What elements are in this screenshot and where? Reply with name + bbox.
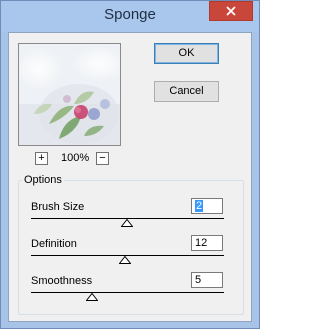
close-icon [226, 6, 236, 16]
definition-field[interactable]: 12 [191, 235, 223, 251]
zoom-in-button[interactable]: + [35, 152, 48, 165]
smoothness-field[interactable]: 5 [191, 272, 223, 288]
brush-size-value: 2 [195, 200, 204, 212]
smoothness-slider-thumb[interactable] [86, 293, 98, 301]
definition-label: Definition [31, 238, 77, 250]
close-button[interactable] [209, 1, 253, 21]
brush-size-label: Brush Size [31, 201, 85, 213]
dialog-client-area: + 100% − OK Cancel Options Brush Size 2 … [8, 32, 252, 322]
cancel-button[interactable]: Cancel [154, 81, 219, 102]
definition-slider-thumb[interactable] [119, 256, 131, 264]
title-bar: Sponge [1, 1, 259, 32]
preview-image[interactable] [18, 43, 121, 146]
options-group-label: Options [22, 174, 64, 186]
zoom-out-button[interactable]: − [96, 152, 109, 165]
smoothness-label: Smoothness [31, 275, 93, 287]
preview-artwork [19, 44, 120, 145]
smoothness-slider-track[interactable] [31, 292, 224, 293]
zoom-controls: + 100% − [35, 152, 115, 168]
brush-size-slider-thumb[interactable] [121, 219, 133, 227]
brush-size-field[interactable]: 2 [191, 198, 223, 214]
dialog-window: Sponge + 100% − OK Cancel Options Brush … [0, 0, 260, 329]
zoom-level: 100% [61, 152, 90, 164]
ok-button[interactable]: OK [154, 43, 219, 64]
